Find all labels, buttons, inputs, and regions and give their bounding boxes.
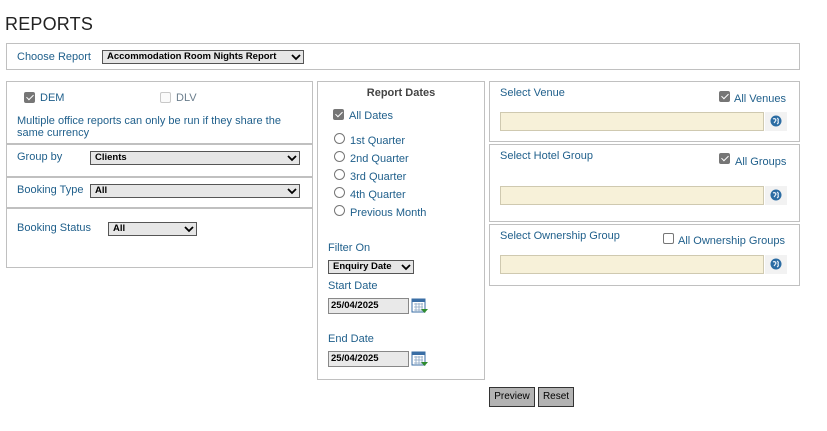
quarter-3-radio[interactable] bbox=[334, 169, 345, 180]
previous-month-radio[interactable] bbox=[334, 205, 345, 216]
all-venues-label: All Venues bbox=[734, 93, 786, 105]
group-by-value: Clients bbox=[95, 152, 127, 163]
all-ownership-groups-checkbox[interactable] bbox=[663, 233, 674, 244]
quarter-4-radio[interactable] bbox=[334, 187, 345, 198]
booking-type-panel: Booking Type All bbox=[6, 177, 313, 208]
all-dates-label: All Dates bbox=[349, 110, 394, 122]
all-venues-checkbox[interactable] bbox=[719, 91, 730, 102]
report-dates-title: Report Dates bbox=[366, 87, 436, 99]
chevron-down-icon bbox=[291, 54, 301, 61]
globe-icon bbox=[770, 189, 782, 201]
booking-status-value: All bbox=[113, 223, 126, 234]
chevron-down-icon bbox=[184, 226, 194, 233]
booking-status-panel: Booking Status All bbox=[6, 208, 313, 268]
booking-type-label: Booking Type bbox=[17, 184, 84, 196]
venue-lookup-button[interactable] bbox=[765, 112, 787, 131]
globe-icon bbox=[770, 258, 782, 270]
ownership-group-input[interactable] bbox=[500, 255, 764, 274]
quarter-2-label: 2nd Quarter bbox=[350, 153, 409, 165]
group-by-panel: Group by Clients bbox=[6, 144, 313, 177]
all-dates-checkbox[interactable] bbox=[333, 109, 344, 120]
dlv-label: DLV bbox=[176, 92, 197, 104]
booking-type-value: All bbox=[95, 185, 108, 196]
group-by-select[interactable]: Clients bbox=[90, 151, 300, 165]
start-date-input[interactable]: 25/04/2025 bbox=[328, 298, 409, 314]
quarter-1-radio[interactable] bbox=[334, 133, 345, 144]
venue-panel: Select Venue All Venues bbox=[489, 81, 800, 142]
hotel-group-label: Select Hotel Group bbox=[500, 150, 593, 162]
hotel-group-input[interactable] bbox=[500, 186, 764, 205]
venue-label: Select Venue bbox=[500, 87, 565, 99]
preview-button[interactable]: Preview bbox=[489, 387, 535, 407]
all-ownership-groups-label: All Ownership Groups bbox=[678, 235, 785, 247]
dlv-checkbox[interactable] bbox=[160, 92, 171, 103]
quarter-2-radio[interactable] bbox=[334, 151, 345, 162]
ownership-group-label: Select Ownership Group bbox=[500, 230, 620, 242]
office-currency-note: Multiple office reports can only be run … bbox=[17, 115, 281, 139]
quarter-4-label: 4th Quarter bbox=[350, 189, 406, 201]
hotel-group-panel: Select Hotel Group All Groups bbox=[489, 144, 800, 222]
choose-report-label: Choose Report bbox=[17, 51, 91, 63]
end-date-input[interactable]: 25/04/2025 bbox=[328, 351, 409, 367]
start-date-label: Start Date bbox=[328, 280, 378, 292]
filter-on-label: Filter On bbox=[328, 242, 371, 254]
calendar-icon[interactable] bbox=[411, 350, 429, 368]
globe-icon bbox=[770, 115, 782, 127]
reset-button[interactable]: Reset bbox=[538, 387, 574, 407]
dem-label: DEM bbox=[40, 92, 65, 104]
ownership-group-lookup-button[interactable] bbox=[765, 255, 787, 274]
page-title: REPORTS bbox=[5, 14, 94, 34]
venue-input[interactable] bbox=[500, 112, 764, 131]
ownership-group-panel: Select Ownership Group All Ownership Gro… bbox=[489, 224, 800, 286]
filter-on-select[interactable]: Enquiry Date bbox=[328, 260, 414, 274]
booking-status-select[interactable]: All bbox=[108, 222, 197, 236]
dem-checkbox[interactable] bbox=[24, 92, 35, 103]
quarter-3-label: 3rd Quarter bbox=[350, 171, 407, 183]
hotel-group-lookup-button[interactable] bbox=[765, 186, 787, 205]
booking-status-label: Booking Status bbox=[17, 222, 91, 234]
office-panel: DEM DLV Multiple office reports can only… bbox=[6, 81, 313, 144]
end-date-label: End Date bbox=[328, 333, 374, 345]
chevron-down-icon bbox=[287, 188, 297, 195]
choose-report-value: Accommodation Room Nights Report bbox=[107, 51, 277, 62]
group-by-label: Group by bbox=[17, 151, 63, 163]
chevron-down-icon bbox=[287, 155, 297, 162]
report-dates-panel: Report Dates All Dates 1st Quarter 2nd Q… bbox=[317, 81, 485, 380]
chevron-down-icon bbox=[401, 264, 411, 271]
filter-on-value: Enquiry Date bbox=[333, 261, 392, 272]
choose-report-select[interactable]: Accommodation Room Nights Report bbox=[102, 50, 304, 64]
choose-report-panel: Choose Report Accommodation Room Nights … bbox=[6, 43, 800, 70]
quarter-1-label: 1st Quarter bbox=[350, 135, 406, 147]
previous-month-label: Previous Month bbox=[350, 207, 427, 219]
booking-type-select[interactable]: All bbox=[90, 184, 300, 198]
all-groups-checkbox[interactable] bbox=[719, 153, 730, 164]
calendar-icon[interactable] bbox=[411, 297, 429, 315]
all-groups-label: All Groups bbox=[735, 156, 787, 168]
